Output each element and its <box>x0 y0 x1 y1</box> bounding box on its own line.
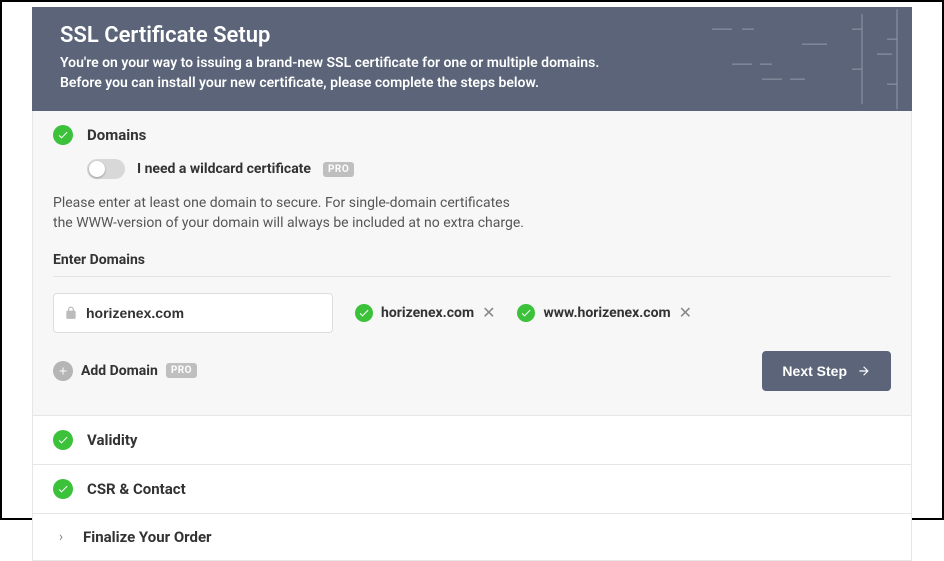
wildcard-toggle-label: I need a wildcard certificate <box>137 161 311 177</box>
pro-badge: PRO <box>166 363 197 378</box>
next-step-button[interactable]: Next Step <box>762 351 891 391</box>
step-domains-title: Domains <box>87 126 146 144</box>
domain-chip-text: www.horizenex.com <box>543 305 670 321</box>
enter-domains-label: Enter Domains <box>53 252 891 277</box>
setup-header: SSL Certificate Setup You're on your way… <box>32 7 912 111</box>
step-finalize-title: Finalize Your Order <box>83 528 212 546</box>
domain-chip-text: horizenex.com <box>381 305 474 321</box>
check-icon <box>517 304 535 322</box>
domain-input-wrap[interactable] <box>53 293 333 333</box>
arrow-right-icon <box>857 364 871 378</box>
domain-input[interactable] <box>86 305 322 321</box>
step-validity-row[interactable]: Validity <box>32 416 912 465</box>
step-validity-title: Validity <box>87 431 137 449</box>
remove-domain-button[interactable]: ✕ <box>679 305 692 321</box>
check-icon <box>355 304 373 322</box>
step-domains-panel: Domains I need a wildcard certificate PR… <box>32 111 912 416</box>
step-csr-title: CSR & Contact <box>87 480 186 498</box>
check-icon <box>53 430 73 450</box>
header-decoration-icon <box>702 7 902 111</box>
step-finalize-row[interactable]: › Finalize Your Order <box>32 514 912 561</box>
toggle-knob-icon <box>89 161 105 177</box>
chevron-right-icon: › <box>53 529 69 545</box>
step-csr-row[interactable]: CSR & Contact <box>32 465 912 514</box>
lock-icon <box>64 305 78 321</box>
domains-instruction: Please enter at least one domain to secu… <box>53 193 891 252</box>
check-icon <box>53 479 73 499</box>
remove-domain-button[interactable]: ✕ <box>482 305 495 321</box>
add-domain-label: Add Domain <box>81 363 158 379</box>
wildcard-toggle[interactable] <box>87 159 125 179</box>
domain-chip: www.horizenex.com ✕ <box>517 304 692 322</box>
add-domain-button[interactable]: Add Domain PRO <box>53 361 197 381</box>
plus-icon <box>53 361 73 381</box>
domain-chip: horizenex.com ✕ <box>355 304 495 322</box>
check-icon <box>53 125 73 145</box>
pro-badge: PRO <box>323 162 354 177</box>
